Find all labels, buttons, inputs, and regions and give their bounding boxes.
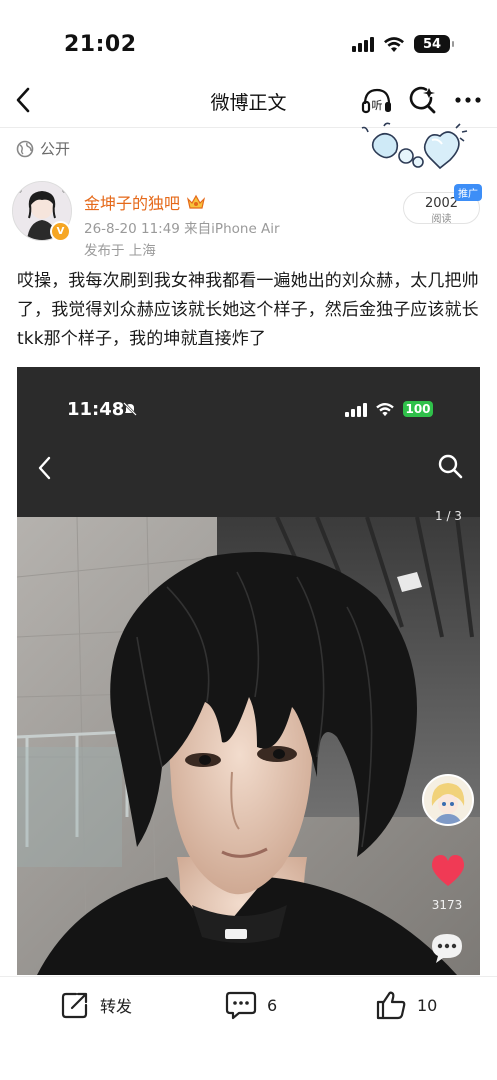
cosplay-photo [17, 517, 480, 975]
post-meta: 26-8-20 11:49 来自iPhone Air [84, 221, 280, 237]
like-thumb-icon [376, 991, 406, 1020]
globe-icon [16, 140, 34, 157]
post-image[interactable]: 11:48 100 1 / 3 3173 [17, 367, 480, 975]
post-location: 发布于 上海 [84, 243, 156, 259]
author-name-text: 金坤子的独吧 [84, 194, 181, 213]
more-icon[interactable] [453, 87, 483, 113]
repost-icon [61, 992, 88, 1019]
embed-search-icon[interactable] [437, 453, 463, 479]
embed-back-arrow-icon[interactable] [35, 455, 55, 481]
decoration-sticker [361, 122, 468, 170]
page-counter: 1 / 3 [435, 509, 462, 523]
comment-button[interactable]: 6 [225, 990, 277, 1020]
crown-icon [186, 194, 206, 209]
svg-text:听: 听 [372, 99, 383, 112]
signal-icon [352, 36, 374, 52]
heart-icon[interactable] [429, 853, 467, 889]
status-time: 21:02 [64, 32, 137, 57]
verified-icon: V [50, 221, 71, 242]
like-button[interactable]: 10 [375, 990, 437, 1020]
embed-creator-avatar[interactable] [422, 774, 474, 826]
post-text: 哎操，我每次刷到我女神我都看一遍她出的刘众赫，太几把帅了，我觉得刘众赫应该就长她… [17, 271, 479, 349]
embed-comment-icon[interactable] [429, 931, 465, 965]
listen-icon[interactable]: 听 [361, 86, 393, 116]
embed-status-time: 11:48 [67, 399, 125, 420]
repost-button[interactable]: 转发 [60, 990, 132, 1020]
read-label: 阅读 [431, 214, 452, 225]
search-icon[interactable] [407, 85, 437, 115]
comment-count: 6 [267, 995, 278, 1015]
battery-indicator: 54 [414, 35, 454, 53]
embed-signal-icon [345, 401, 367, 417]
status-icons: 54 [352, 35, 454, 53]
divider [0, 976, 497, 977]
promo-badge[interactable]: 推广 [454, 184, 482, 201]
embed-like-count: 3173 [431, 898, 463, 912]
visibility-label: 公开 [40, 140, 71, 158]
comment-bubble-icon [225, 991, 257, 1020]
wifi-icon [384, 36, 404, 52]
embed-battery: 100 [403, 401, 433, 417]
repost-label: 转发 [100, 997, 133, 1016]
mute-icon [123, 402, 137, 416]
like-count: 10 [417, 995, 438, 1015]
author-name[interactable]: 金坤子的独吧 [84, 190, 206, 214]
embed-wifi-icon [376, 402, 394, 416]
embed-status-icons: 100 [345, 401, 433, 417]
visibility-row: 公开 [16, 138, 70, 159]
